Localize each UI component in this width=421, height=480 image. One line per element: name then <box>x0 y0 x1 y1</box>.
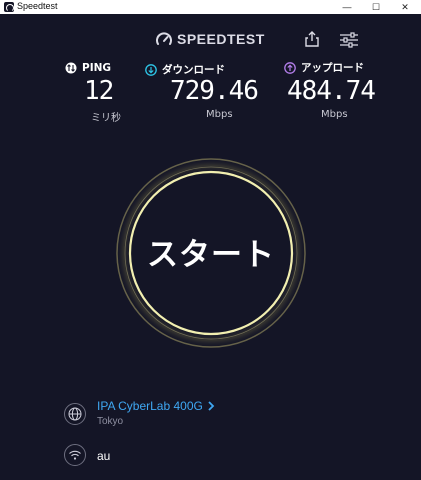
minimize-button[interactable]: — <box>333 0 361 14</box>
window-title-bar: Speedtest — ☐ ✕ <box>0 0 421 14</box>
share-button[interactable] <box>303 30 321 48</box>
download-label: ダウンロード <box>145 62 225 77</box>
speedtest-logo: SPEEDTEST <box>156 31 265 47</box>
ping-unit: ミリ秒 <box>91 113 121 124</box>
server-info <box>64 403 86 425</box>
ping-label: PING <box>65 62 111 74</box>
maximize-button[interactable]: ☐ <box>362 0 390 14</box>
speedometer-icon <box>156 32 172 45</box>
start-label[interactable]: スタート <box>114 229 308 274</box>
share-icon <box>305 31 319 47</box>
chevron-right-icon <box>208 401 215 411</box>
window-title: Speedtest <box>17 1 58 11</box>
brand-name: SPEEDTEST <box>177 31 265 47</box>
settings-button[interactable] <box>339 31 359 49</box>
ping-icon <box>65 62 77 74</box>
isp-name: au <box>97 449 111 463</box>
download-unit: Mbps <box>206 109 233 120</box>
wifi-icon <box>69 450 81 460</box>
upload-value: 484.74 <box>287 76 376 106</box>
upload-label: アップロード <box>284 60 364 75</box>
download-value: 729.46 <box>170 76 259 106</box>
globe-icon <box>68 407 82 421</box>
server-link[interactable]: IPA CyberLab 400G <box>97 399 215 413</box>
upload-unit: Mbps <box>321 109 348 120</box>
ping-label-text: PING <box>82 62 112 74</box>
server-city: Tokyo <box>97 416 124 427</box>
download-arrow-icon <box>145 63 157 76</box>
server-name: IPA CyberLab 400G <box>97 399 203 413</box>
upload-label-text: アップロード <box>301 62 364 74</box>
isp-info <box>64 444 86 466</box>
ping-value: 12 <box>84 76 114 106</box>
settings-sliders-icon <box>340 32 358 48</box>
download-label-text: ダウンロード <box>162 64 225 76</box>
upload-arrow-icon <box>284 61 296 74</box>
close-button[interactable]: ✕ <box>391 0 419 14</box>
speedtest-app-icon <box>4 2 14 12</box>
